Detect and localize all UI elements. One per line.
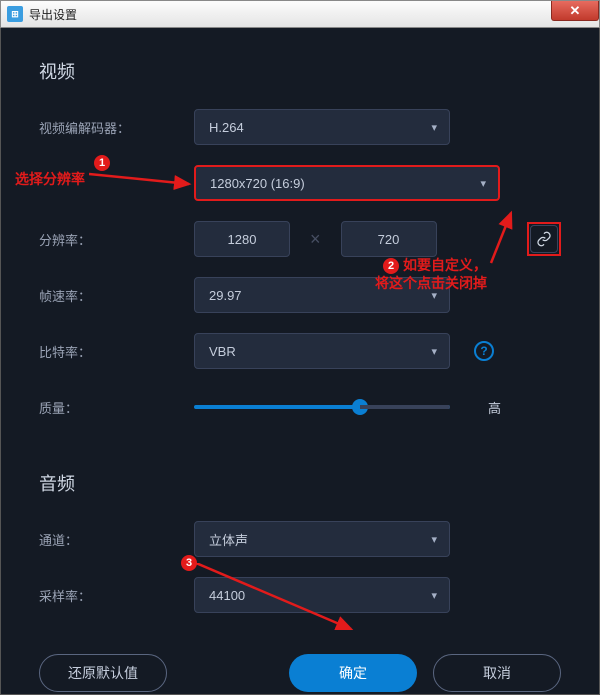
row-framerate: 帧速率： 29.97 ▾ (39, 276, 561, 314)
row-channel: 通道： 立体声 ▾ (39, 520, 561, 558)
app-icon: ⊞ (7, 6, 23, 22)
select-channel-value: 立体声 (209, 530, 248, 549)
select-samplerate-value: 44100 (209, 588, 245, 603)
row-resolution-preset: 1280x720 (16:9) ▾ (39, 164, 561, 202)
dialog-content: 视频 视频编解码器： H.264 ▾ 1280x720 (16:9) ▾ 分辨率… (0, 28, 600, 695)
row-samplerate: 采样率： 44100 ▾ (39, 576, 561, 614)
row-bitrate: 比特率： VBR ▾ ? (39, 332, 561, 370)
select-channel[interactable]: 立体声 ▾ (194, 521, 450, 557)
row-quality: 质量： 高 (39, 388, 561, 426)
label-framerate: 帧速率： (39, 286, 194, 305)
quality-slider[interactable] (194, 405, 450, 409)
label-samplerate: 采样率： (39, 586, 194, 605)
select-resolution-value: 1280x720 (16:9) (210, 176, 305, 191)
select-framerate[interactable]: 29.97 ▾ (194, 277, 450, 313)
chevron-down-icon: ▾ (480, 177, 486, 190)
select-bitrate-value: VBR (209, 344, 236, 359)
annotation-text-2a: 如要自定义， (403, 255, 487, 275)
help-icon[interactable]: ? (474, 341, 494, 361)
select-bitrate[interactable]: VBR ▾ (194, 333, 450, 369)
input-height[interactable]: 720 (341, 221, 437, 257)
select-framerate-value: 29.97 (209, 288, 242, 303)
section-title-video: 视频 (39, 58, 561, 84)
slider-thumb[interactable] (352, 399, 368, 415)
titlebar: ⊞ 导出设置 ✕ (0, 0, 600, 28)
link-icon (536, 231, 552, 247)
ok-button[interactable]: 确定 (289, 654, 417, 692)
chevron-down-icon: ▾ (431, 121, 437, 134)
restore-defaults-button[interactable]: 还原默认值 (39, 654, 167, 692)
chevron-down-icon: ▾ (431, 289, 437, 302)
label-channel: 通道： (39, 530, 194, 549)
quality-value-label: 高 (488, 398, 501, 417)
label-bitrate: 比特率： (39, 342, 194, 361)
close-icon: ✕ (570, 3, 581, 19)
window-title: 导出设置 (29, 6, 77, 23)
input-width[interactable]: 1280 (194, 221, 290, 257)
select-resolution-preset[interactable]: 1280x720 (16:9) ▾ (194, 165, 500, 201)
row-resolution: 分辨率： 1280 × 720 (39, 220, 561, 258)
chevron-down-icon: ▾ (431, 533, 437, 546)
row-codec: 视频编解码器： H.264 ▾ (39, 108, 561, 146)
section-title-audio: 音频 (39, 470, 561, 496)
label-resolution: 分辨率： (39, 230, 194, 249)
close-button[interactable]: ✕ (551, 1, 599, 21)
link-aspect-button[interactable] (530, 225, 558, 253)
footer: 还原默认值 确定 取消 (39, 654, 561, 692)
chevron-down-icon: ▾ (431, 589, 437, 602)
cancel-button[interactable]: 取消 (433, 654, 561, 692)
annotation-badge-2: 2 (383, 256, 399, 274)
label-quality: 质量： (39, 398, 194, 417)
select-samplerate[interactable]: 44100 ▾ (194, 577, 450, 613)
select-codec-value: H.264 (209, 120, 244, 135)
select-codec[interactable]: H.264 ▾ (194, 109, 450, 145)
chevron-down-icon: ▾ (431, 345, 437, 358)
times-icon: × (310, 229, 321, 250)
label-codec: 视频编解码器： (39, 118, 194, 137)
